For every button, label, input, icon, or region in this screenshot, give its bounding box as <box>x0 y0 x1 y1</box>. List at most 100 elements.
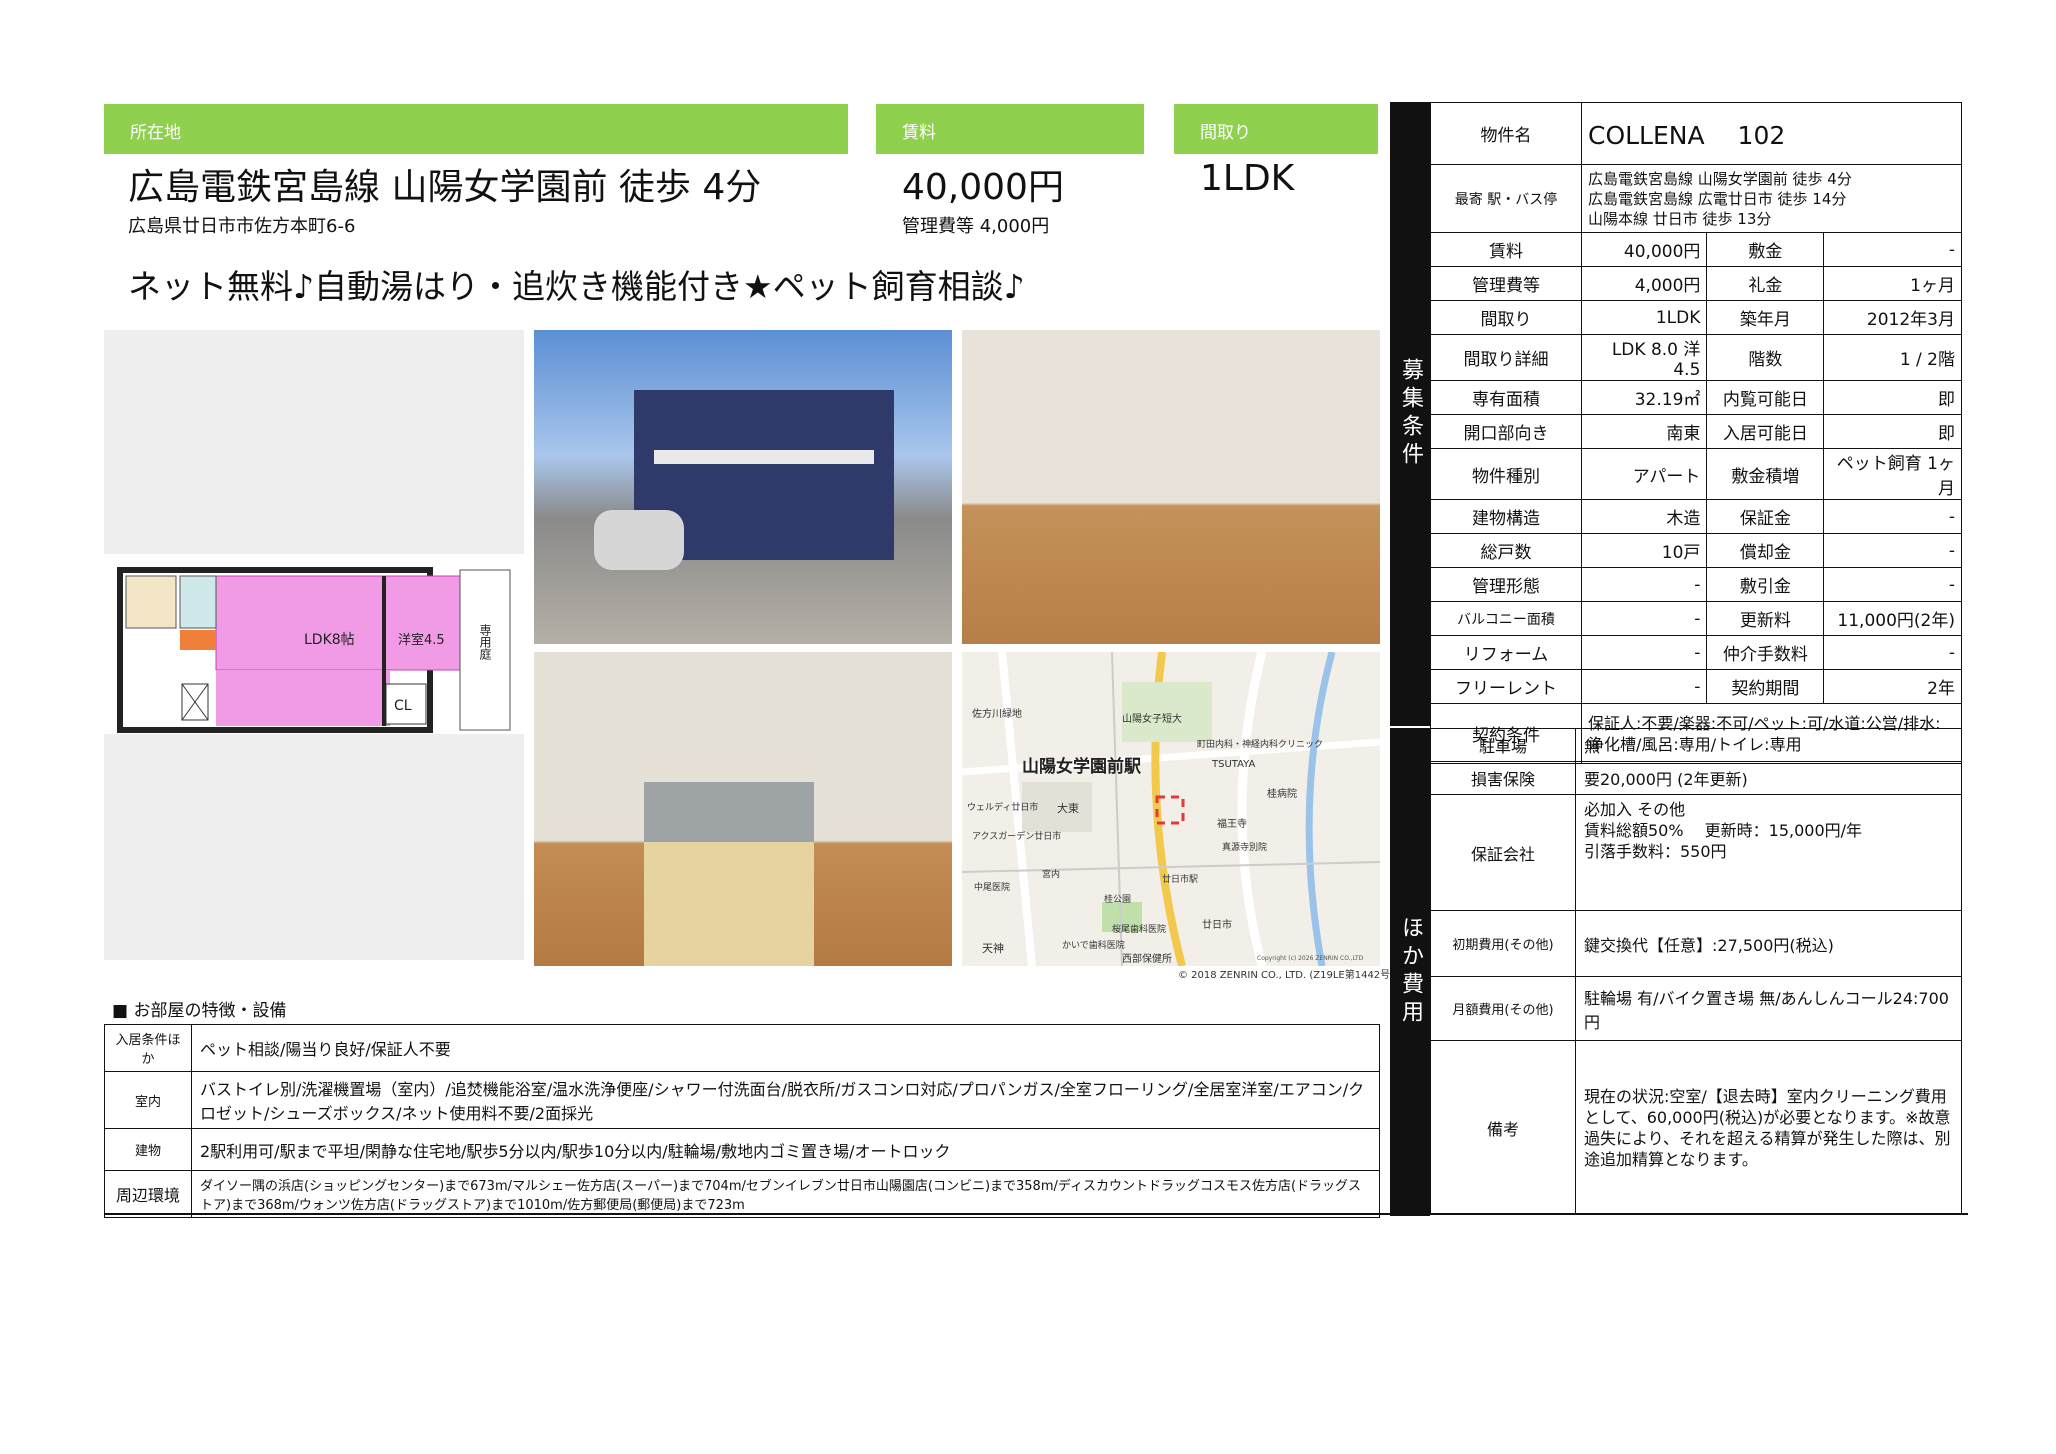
room-photo <box>962 330 1380 644</box>
nearest-station: 広島電鉄宮島線 広電廿日市 徒歩 14分 <box>1588 189 1847 208</box>
layout-value: 1LDK <box>1200 158 1295 199</box>
cost-row: 月額費用(その他) 駐輪場 有/バイク置き場 無/あんしんコール24:700円 <box>1430 976 1962 1041</box>
spec-value: 1ヶ月 <box>1823 266 1962 301</box>
feature-text: ペット相談/陽当り良好/保証人不要 <box>191 1024 1380 1072</box>
spec-key: 築年月 <box>1706 300 1825 335</box>
spec-key: 間取り <box>1430 300 1582 335</box>
recruit-conditions-label: 募集条件 <box>1390 102 1430 726</box>
feature-row: 周辺環境 ダイソー隅の浜店(ショッピングセンター)まで673m/マルシェー佐方店… <box>104 1170 1380 1218</box>
other-costs-label: ほか費用 <box>1390 728 1430 1216</box>
feature-text: ダイソー隅の浜店(ショッピングセンター)まで673m/マルシェー佐方店(スーパー… <box>191 1170 1380 1218</box>
spec-value: - <box>1580 601 1708 636</box>
spec-key: 建物構造 <box>1430 499 1582 534</box>
spec-value: - <box>1823 635 1962 670</box>
spec-value: 32.19㎡ <box>1580 380 1708 415</box>
spec-value: LDK 8.0 洋4.5 <box>1580 334 1708 381</box>
map-label: 西部保健所 <box>1122 952 1172 965</box>
spec-key: リフォーム <box>1430 635 1582 670</box>
floorplan: LDK8帖 洋室4.5 CL 専用庭 <box>104 554 524 734</box>
blank-panel-bottom <box>104 734 524 960</box>
spec-key: 礼金 <box>1706 266 1825 301</box>
map-label: 桂公園 <box>1104 893 1131 905</box>
map-label: 天神 <box>982 941 1004 955</box>
spec-value: 南東 <box>1580 414 1708 449</box>
spec-value: - <box>1823 499 1962 534</box>
exterior-photo <box>534 330 952 644</box>
ldk-label: LDK8帖 <box>304 632 355 648</box>
address: 広島県廿日市市佐方本町6-6 <box>128 216 356 237</box>
station-access: 広島電鉄宮島線 山陽女学園前 徒歩 4分 <box>128 167 762 208</box>
spec-key: 契約期間 <box>1706 669 1825 704</box>
spec-value: 木造 <box>1580 499 1708 534</box>
feature-head: 室内 <box>104 1071 192 1129</box>
spec-key: バルコニー面積 <box>1430 601 1582 636</box>
spec-key: 償却金 <box>1706 533 1825 568</box>
rent-label: 賃料 <box>876 104 1144 154</box>
cost-row: 損害保険 要20,000円 (2年更新) <box>1430 761 1962 795</box>
feature-text: 2駅利用可/駅まで平坦/閑静な住宅地/駅歩5分以内/駅歩10分以内/駐輪場/敷地… <box>191 1128 1380 1171</box>
spec-value: 11,000円(2年) <box>1823 601 1962 636</box>
spec-value: 10戸 <box>1580 533 1708 568</box>
spec-value: - <box>1580 567 1708 602</box>
feature-head: 入居条件ほか <box>104 1024 192 1072</box>
cost-row: 駐車場無 <box>1430 728 1962 762</box>
spec-key: 更新料 <box>1706 601 1825 636</box>
map-label: 桜尾歯科医院 <box>1112 923 1166 935</box>
cost-value: 現在の状況:空室/【退去時】室内クリーニング費用として、60,000円(税込)が… <box>1575 1040 1962 1215</box>
spec-key: 総戸数 <box>1430 533 1582 568</box>
spec-row: 専有面積 32.19㎡ 内覧可能日即 <box>1430 380 1962 415</box>
feature-row: 入居条件ほか ペット相談/陽当り良好/保証人不要 <box>104 1024 1380 1072</box>
cost-value: 鍵交換代【任意】:27,500円(税込) <box>1575 910 1962 977</box>
spec-key: 敷金 <box>1706 232 1825 267</box>
feature-text: バストイレ別/洗濯機置場（室内）/追焚機能浴室/温水洗浄便座/シャワー付洗面台/… <box>191 1071 1380 1129</box>
spec-table: 物件名 COLLENA 102 最寄 駅・バス停 広島電鉄宮島線 山陽女学園前 … <box>1430 102 1962 764</box>
map-label: 廿日市駅 <box>1162 873 1198 885</box>
spec-value: 40,000円 <box>1580 232 1708 267</box>
spec-value: 2012年3月 <box>1823 300 1962 335</box>
spec-key: 保証金 <box>1706 499 1825 534</box>
room-label: 洋室4.5 <box>398 632 445 648</box>
spec-row: 管理形態 - 敷引金 - <box>1430 567 1962 602</box>
map-label: 大東 <box>1057 801 1079 815</box>
spec-key: 入居可能日 <box>1706 414 1825 449</box>
management-fee: 管理費等 4,000円 <box>902 216 1050 237</box>
spec-value: - <box>1823 533 1962 568</box>
map-label: かいで歯科医院 <box>1062 939 1125 951</box>
spec-key: 階数 <box>1706 334 1825 381</box>
other-costs-table: 駐車場無 損害保険 要20,000円 (2年更新) 保証会社 必加入 その他 賃料総… <box>1430 728 1962 1215</box>
map-label: 佐方川緑地 <box>972 707 1022 720</box>
spec-key: 敷金積増 <box>1706 448 1825 500</box>
map-label: 山陽女子短大 <box>1122 712 1182 725</box>
spec-value: ペット飼育 1ヶ月 <box>1823 448 1962 500</box>
kitchen-photo <box>534 652 952 966</box>
features-table: 入居条件ほか ペット相談/陽当り良好/保証人不要 室内 バストイレ別/洗濯機置場… <box>104 1024 1380 1218</box>
spec-value: 1 / 2階 <box>1823 334 1962 381</box>
spec-key: 内覧可能日 <box>1706 380 1825 415</box>
location-label: 所在地 <box>104 104 848 154</box>
catchcopy: ネット無料♪自動湯はり・追炊き機能付き★ペット飼育相談♪ <box>128 267 1025 306</box>
cost-key: 駐車場 <box>1430 728 1576 762</box>
spec-row: リフォーム - 仲介手数料 - <box>1430 635 1962 670</box>
cost-key: 月額費用(その他) <box>1430 976 1576 1041</box>
spec-value: - <box>1580 669 1708 704</box>
spec-key: 敷引金 <box>1706 567 1825 602</box>
spec-row: 総戸数 10戸 償却金 - <box>1430 533 1962 568</box>
spec-row: 建物構造 木造 保証金 - <box>1430 499 1962 534</box>
spec-value: - <box>1823 232 1962 267</box>
spec-row: フリーレント - 契約期間 2年 <box>1430 669 1962 704</box>
cost-value: 無 <box>1575 728 1962 762</box>
nearest-stations: 広島電鉄宮島線 山陽女学園前 徒歩 4分 広島電鉄宮島線 広電廿日市 徒歩 14… <box>1581 164 1962 233</box>
spec-key: 仲介手数料 <box>1706 635 1825 670</box>
spec-row: 間取り詳細 LDK 8.0 洋4.5 階数 1 / 2階 <box>1430 334 1962 381</box>
spec-value: 即 <box>1823 414 1962 449</box>
cost-value: 駐輪場 有/バイク置き場 無/あんしんコール24:700円 <box>1575 976 1962 1041</box>
map-label: ウェルディ廿日市 <box>967 801 1038 813</box>
layout-label: 間取り <box>1174 104 1378 154</box>
map-label: アクスガーデン廿日市 <box>972 830 1061 842</box>
rent-value: 40,000円 <box>902 167 1064 208</box>
spec-key: 管理費等 <box>1430 266 1582 301</box>
cost-key: 損害保険 <box>1430 761 1576 795</box>
feature-head: 周辺環境 <box>104 1170 192 1218</box>
map-label: 真源寺別院 <box>1222 841 1267 853</box>
property-name: COLLENA 102 <box>1581 102 1962 165</box>
